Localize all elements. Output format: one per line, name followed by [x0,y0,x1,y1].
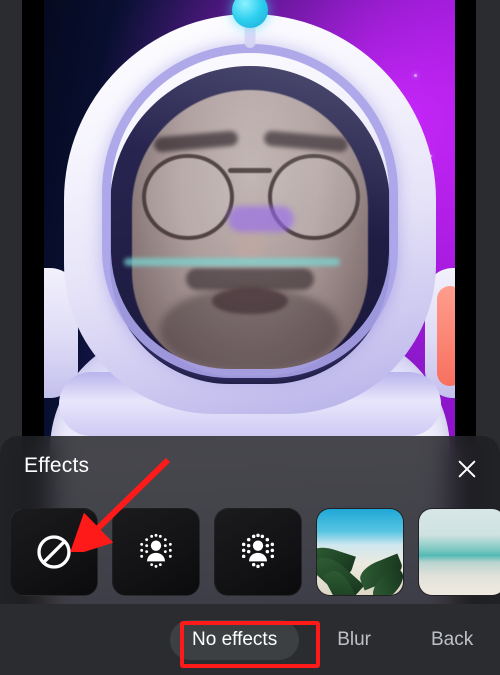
screen-root: Effects No effects Blur Back [0,0,500,675]
close-button[interactable] [446,448,488,490]
effects-panel: Effects No effects Blur Back [0,436,500,675]
effect-thumbnail-no-effects[interactable] [10,508,98,596]
prohibition-icon [11,509,97,595]
beach-ocean-image [419,509,500,595]
effects-category-tabs[interactable]: No effects Blur Back [0,605,500,675]
suit-shoulder-accent [437,286,455,386]
tab-blur[interactable]: Blur [315,620,393,660]
helmet-visor-rim [101,44,398,378]
tab-no-effects[interactable]: No effects [170,620,300,660]
effect-thumbnail-beach-palm-background[interactable] [316,508,404,596]
effect-thumbnail-list[interactable] [0,508,500,604]
effect-thumbnail-blur[interactable] [214,508,302,596]
panel-title: Effects [24,454,90,477]
effects-panel-header: Effects [0,436,500,498]
close-icon [458,460,476,478]
beach-palm-image [317,509,403,595]
person-blur-heavy-icon [215,509,301,595]
tab-backgrounds[interactable]: Back [409,620,495,660]
effect-thumbnail-slight-blur[interactable] [112,508,200,596]
effect-thumbnail-beach-ocean-background[interactable] [418,508,500,596]
person-blur-light-icon [113,509,199,595]
